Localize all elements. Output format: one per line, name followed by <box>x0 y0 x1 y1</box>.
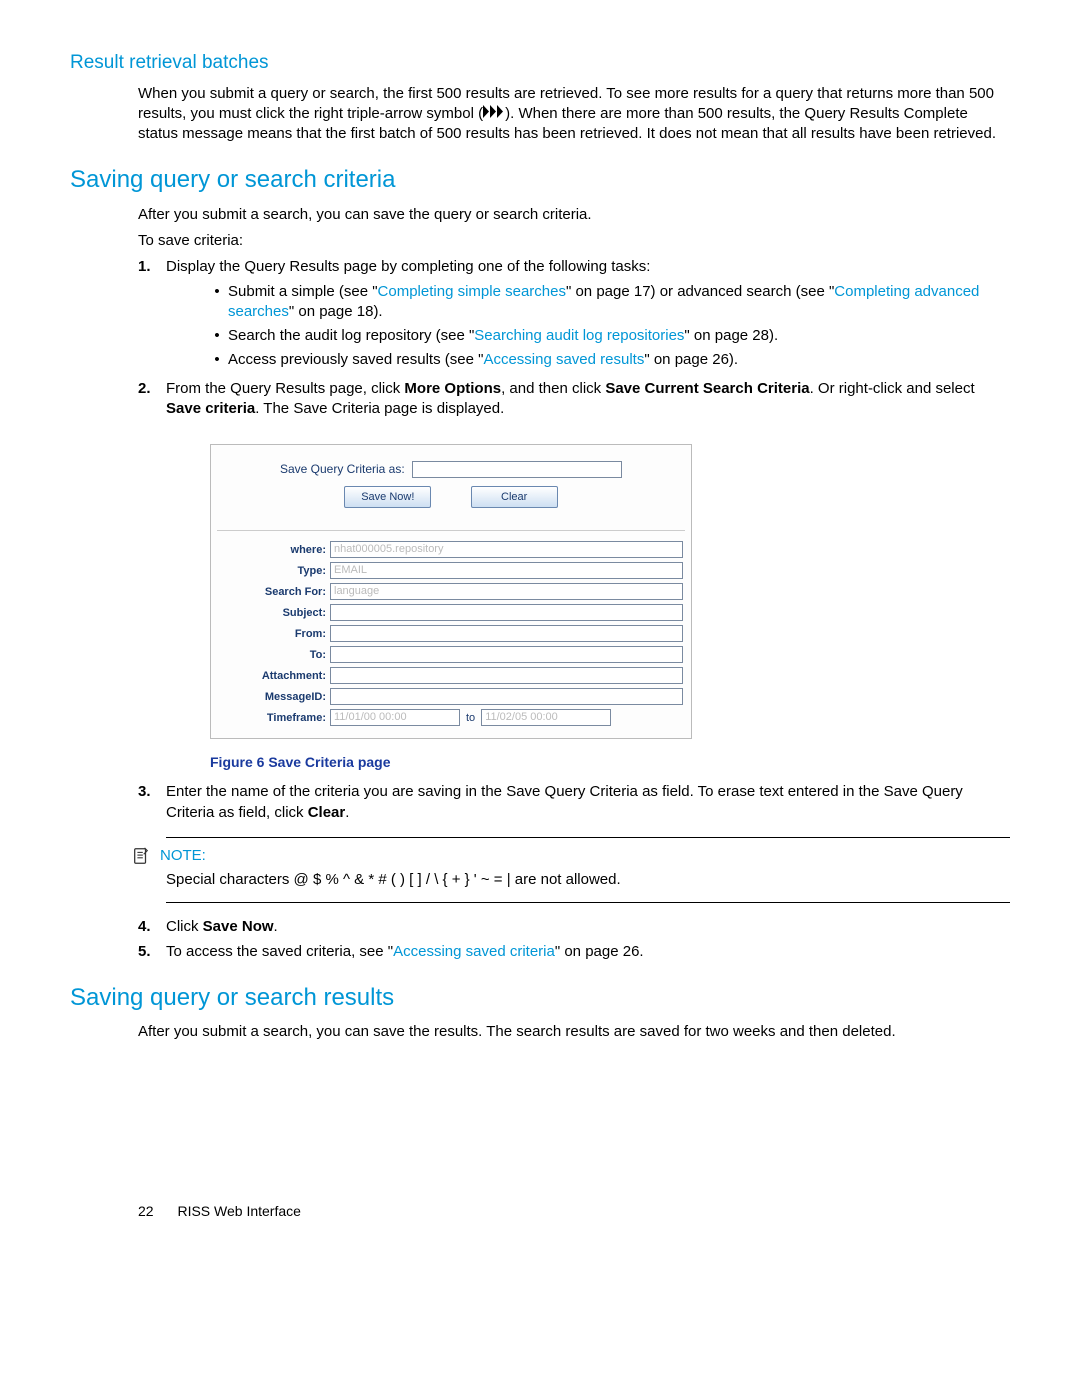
bullet-3: • Access previously saved results (see "… <box>206 350 1010 370</box>
step-5: 5. To access the saved criteria, see "Ac… <box>138 942 1010 962</box>
timeframe-label: Timeframe: <box>211 711 330 726</box>
to-input[interactable] <box>330 646 683 663</box>
step-1: 1. Display the Query Results page by com… <box>138 257 1010 374</box>
text: Display the Query Results page by comple… <box>166 258 650 275</box>
attachment-input[interactable] <box>330 667 683 684</box>
bold: Save Current Search Criteria <box>605 380 809 397</box>
attachment-label: Attachment: <box>211 669 330 684</box>
link-saved-criteria[interactable]: Accessing saved criteria <box>393 943 555 960</box>
type-label: Type: <box>211 564 330 579</box>
step-number: 4. <box>138 917 166 937</box>
save-as-label: Save Query Criteria as: <box>280 462 405 476</box>
to-label: To: <box>211 648 330 663</box>
from-input[interactable] <box>330 625 683 642</box>
text: Submit a simple (see " <box>228 283 378 300</box>
bullet-icon: • <box>206 350 228 370</box>
text: Enter the name of the criteria you are s… <box>166 783 963 820</box>
page-number: 22 <box>138 1202 154 1221</box>
step-4: 4. Click Save Now. <box>138 917 1010 937</box>
from-label: From: <box>211 627 330 642</box>
timeframe-to-label: to <box>466 711 475 726</box>
page-footer: 22 RISS Web Interface <box>70 1202 1010 1221</box>
text: " on page 17) or advanced search (see " <box>566 283 834 300</box>
step-number: 2. <box>138 379 166 420</box>
text: To access the saved criteria, see " <box>166 943 393 960</box>
text: . The Save Criteria page is displayed. <box>255 400 504 417</box>
messageid-label: MessageID: <box>211 690 330 705</box>
timeframe-to-input[interactable]: 11/02/05 00:00 <box>481 709 611 726</box>
note-label: NOTE: <box>160 846 206 866</box>
link-saved-results[interactable]: Accessing saved results <box>483 351 644 368</box>
clear-button[interactable]: Clear <box>471 486 558 508</box>
para-intro: After you submit a search, you can save … <box>138 205 1010 225</box>
bold: Save criteria <box>166 400 255 417</box>
text: " on page 26. <box>555 943 644 960</box>
text: . Or right-click and select <box>810 380 975 397</box>
step-2: 2. From the Query Results page, click Mo… <box>138 379 1010 420</box>
searchfor-label: Search For: <box>211 585 330 600</box>
note-icon <box>132 847 150 865</box>
step-number: 5. <box>138 942 166 962</box>
figure-save-criteria: Save Query Criteria as: Save Now! Clear … <box>210 444 1010 739</box>
subject-label: Subject: <box>211 606 330 621</box>
where-input[interactable]: nhat000005.repository <box>330 541 683 558</box>
text: Search the audit log repository (see " <box>228 327 474 344</box>
bold: Clear <box>308 804 346 821</box>
bullet-2: • Search the audit log repository (see "… <box>206 326 1010 346</box>
bold: More Options <box>404 380 501 397</box>
heading-result-retrieval: Result retrieval batches <box>70 50 1010 76</box>
heading-saving-results: Saving query or search results <box>70 982 1010 1014</box>
step-number: 1. <box>138 257 166 374</box>
text: . <box>345 804 349 821</box>
para-tosave: To save criteria: <box>138 231 1010 251</box>
heading-saving-criteria: Saving query or search criteria <box>70 164 1010 196</box>
searchfor-input[interactable]: language <box>330 583 683 600</box>
messageid-input[interactable] <box>330 688 683 705</box>
bullet-icon: • <box>206 326 228 346</box>
note-body: Special characters @ $ % ^ & * # ( ) [ ]… <box>166 870 1010 890</box>
bold: Save Now <box>203 918 274 935</box>
save-as-input[interactable] <box>412 461 622 478</box>
para-saving-results: After you submit a search, you can save … <box>138 1022 1010 1042</box>
save-now-button[interactable]: Save Now! <box>344 486 431 508</box>
step-3: 3. Enter the name of the criteria you ar… <box>138 782 1010 823</box>
para-result-retrieval: When you submit a query or search, the f… <box>138 84 1010 145</box>
bullet-1: • Submit a simple (see "Completing simpl… <box>206 282 1010 323</box>
timeframe-from-input[interactable]: 11/01/00 00:00 <box>330 709 460 726</box>
link-audit-log[interactable]: Searching audit log repositories <box>474 327 684 344</box>
text: Access previously saved results (see " <box>228 351 483 368</box>
subject-input[interactable] <box>330 604 683 621</box>
note-block: NOTE: Special characters @ $ % ^ & * # (… <box>166 837 1010 904</box>
text: , and then click <box>501 380 605 397</box>
type-input[interactable]: EMAIL <box>330 562 683 579</box>
text: Click <box>166 918 203 935</box>
text: " on page 26). <box>644 351 738 368</box>
text: From the Query Results page, click <box>166 380 404 397</box>
triple-arrow-icon <box>483 104 505 124</box>
figure-caption: Figure 6 Save Criteria page <box>210 753 1010 772</box>
link-simple-searches[interactable]: Completing simple searches <box>378 283 566 300</box>
text: " on page 18). <box>289 303 383 320</box>
step-number: 3. <box>138 782 166 823</box>
text: . <box>274 918 278 935</box>
text: " on page 28). <box>684 327 778 344</box>
where-label: where: <box>211 543 330 558</box>
footer-text: RISS Web Interface <box>177 1203 300 1219</box>
bullet-icon: • <box>206 282 228 323</box>
